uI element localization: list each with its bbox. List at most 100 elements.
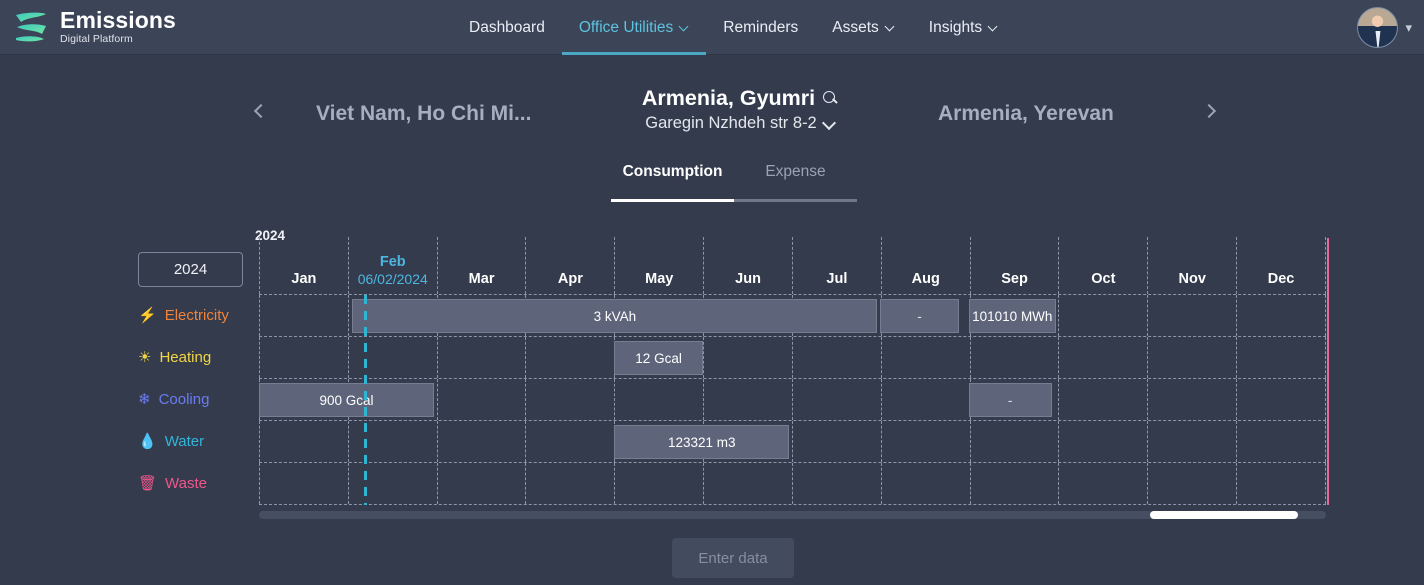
- timeline-cell[interactable]: [526, 379, 616, 420]
- tab-expense[interactable]: Expense: [734, 163, 857, 192]
- row-label-waste[interactable]: 🗑 Waste: [138, 462, 258, 504]
- month-header-jun[interactable]: Jun: [704, 237, 793, 294]
- timeline-cell[interactable]: [1148, 463, 1238, 504]
- timeline-cell[interactable]: [438, 421, 527, 462]
- address-selector[interactable]: Garegin Nzhdeh str 8-2: [645, 114, 835, 133]
- month-header-jul[interactable]: Jul: [793, 237, 882, 294]
- timeline-cell[interactable]: [704, 463, 793, 504]
- timeline-cell[interactable]: [349, 463, 438, 504]
- nav-item-office-utilities[interactable]: Office Utilities: [561, 0, 707, 55]
- month-header-nov[interactable]: Nov: [1148, 237, 1238, 294]
- timeline-cell[interactable]: [882, 337, 971, 378]
- timeline-cell[interactable]: [793, 379, 882, 420]
- timeline-cell[interactable]: [349, 337, 438, 378]
- month-header-oct[interactable]: Oct: [1059, 237, 1149, 294]
- timeline-cell[interactable]: [259, 337, 349, 378]
- timeline-cell[interactable]: [793, 421, 882, 462]
- timeline-cell[interactable]: [438, 463, 527, 504]
- timeline-cell[interactable]: [971, 337, 1060, 378]
- timeline-cell[interactable]: [438, 379, 527, 420]
- tab-consumption[interactable]: Consumption: [611, 163, 734, 192]
- timeline-bar[interactable]: -: [968, 383, 1052, 417]
- chevron-down-icon: [824, 118, 835, 129]
- timeline-bar[interactable]: 900 Gcal: [259, 383, 434, 417]
- timeline-cell[interactable]: [1148, 421, 1238, 462]
- timeline-cell[interactable]: [615, 379, 705, 420]
- snowflake-icon-icon: ❄: [138, 390, 151, 408]
- timeline-cell[interactable]: [882, 379, 971, 420]
- timeline-cell[interactable]: [1237, 379, 1326, 420]
- month-header-sep[interactable]: Sep: [971, 237, 1060, 294]
- enter-data-button[interactable]: Enter data: [672, 538, 794, 578]
- timeline-cell[interactable]: [438, 337, 527, 378]
- timeline-cell[interactable]: [704, 379, 793, 420]
- nav-label-reminders: Reminders: [723, 18, 799, 36]
- timeline-cell[interactable]: [1059, 421, 1149, 462]
- timeline-cell[interactable]: [259, 463, 349, 504]
- next-location-label[interactable]: Armenia, Yerevan: [938, 102, 1114, 126]
- timeline-bar[interactable]: -: [879, 299, 959, 333]
- timeline-cell[interactable]: [1148, 379, 1238, 420]
- timeline-bar[interactable]: 12 Gcal: [614, 341, 703, 375]
- timeline-cell[interactable]: [793, 337, 882, 378]
- row-label-water[interactable]: 💧 Water: [138, 420, 258, 462]
- timeline-cell[interactable]: [1237, 295, 1326, 336]
- user-avatar-icon[interactable]: [1357, 7, 1399, 48]
- nav-item-dashboard[interactable]: Dashboard: [452, 0, 562, 55]
- timeline-cell[interactable]: [1237, 463, 1326, 504]
- timeline-cell[interactable]: [1059, 295, 1149, 336]
- month-header-feb[interactable]: Feb 06/02/2024: [349, 237, 438, 294]
- previous-location-button[interactable]: [248, 98, 274, 124]
- user-menu[interactable]: ▾: [1357, 7, 1412, 48]
- row-label-heating[interactable]: ☀ Heating: [138, 336, 258, 378]
- month-header-jan[interactable]: Jan: [259, 237, 349, 294]
- timeline-bar[interactable]: 123321 m3: [614, 425, 790, 459]
- month-header-may[interactable]: May: [615, 237, 705, 294]
- nav-item-assets[interactable]: Assets: [815, 0, 912, 55]
- timeline-cell[interactable]: [526, 463, 616, 504]
- timeline-cell[interactable]: [1059, 379, 1149, 420]
- timeline-bar[interactable]: 101010 MWh: [968, 299, 1057, 333]
- main-nav: Dashboard Office Utilities Reminders Ass…: [452, 0, 1015, 55]
- year-selector-button[interactable]: 2024: [138, 252, 243, 287]
- month-header-mar[interactable]: Mar: [438, 237, 527, 294]
- month-header-aug[interactable]: Aug: [882, 237, 971, 294]
- timeline-cell[interactable]: [882, 421, 971, 462]
- timeline-cell[interactable]: [349, 421, 438, 462]
- brand-subtitle: Digital Platform: [60, 33, 133, 46]
- timeline-cell[interactable]: [971, 463, 1060, 504]
- timeline-cell[interactable]: [1148, 337, 1238, 378]
- timeline-cell[interactable]: [259, 295, 349, 336]
- horizontal-scrollbar[interactable]: [259, 511, 1326, 519]
- timeline-cell[interactable]: [793, 463, 882, 504]
- month-header-apr[interactable]: Apr: [526, 237, 616, 294]
- search-icon[interactable]: [823, 91, 838, 106]
- location-switcher: Viet Nam, Ho Chi Mi... Armenia, Gyumri G…: [0, 80, 1424, 150]
- timeline-cell[interactable]: [615, 463, 705, 504]
- timeline-bar[interactable]: 3 kVAh: [352, 299, 878, 333]
- nav-item-insights[interactable]: Insights: [912, 0, 1015, 55]
- timeline-cell[interactable]: [259, 421, 349, 462]
- month-header-dec[interactable]: Dec: [1237, 237, 1326, 294]
- row-label-electricity[interactable]: ⚡ Electricity: [138, 294, 258, 336]
- scrollbar-thumb[interactable]: [1149, 511, 1299, 519]
- row-label-cooling[interactable]: ❄ Cooling: [138, 378, 258, 420]
- timeline-cell[interactable]: [1237, 337, 1326, 378]
- chevron-down-icon[interactable]: ▾: [1405, 20, 1412, 36]
- timeline-cell[interactable]: [1148, 295, 1238, 336]
- current-location-title-row[interactable]: Armenia, Gyumri: [642, 86, 838, 111]
- previous-location-label[interactable]: Viet Nam, Ho Chi Mi...: [316, 102, 531, 126]
- next-location-button[interactable]: [1196, 98, 1222, 124]
- timeline-cell[interactable]: [1059, 463, 1149, 504]
- timeline-cell[interactable]: [526, 337, 616, 378]
- timeline-cell[interactable]: [1059, 337, 1149, 378]
- timeline-row-water: 123321 m3: [259, 421, 1326, 463]
- brand-logo-area[interactable]: Emissions Digital Platform: [12, 9, 176, 45]
- timeline-cell[interactable]: [1237, 421, 1326, 462]
- timeline-cell[interactable]: [971, 421, 1060, 462]
- timeline-cell[interactable]: [526, 421, 616, 462]
- timeline-cell[interactable]: [882, 463, 971, 504]
- timeline-cell[interactable]: [704, 337, 793, 378]
- nav-item-reminders[interactable]: Reminders: [706, 0, 815, 55]
- month-name: Aug: [911, 271, 940, 287]
